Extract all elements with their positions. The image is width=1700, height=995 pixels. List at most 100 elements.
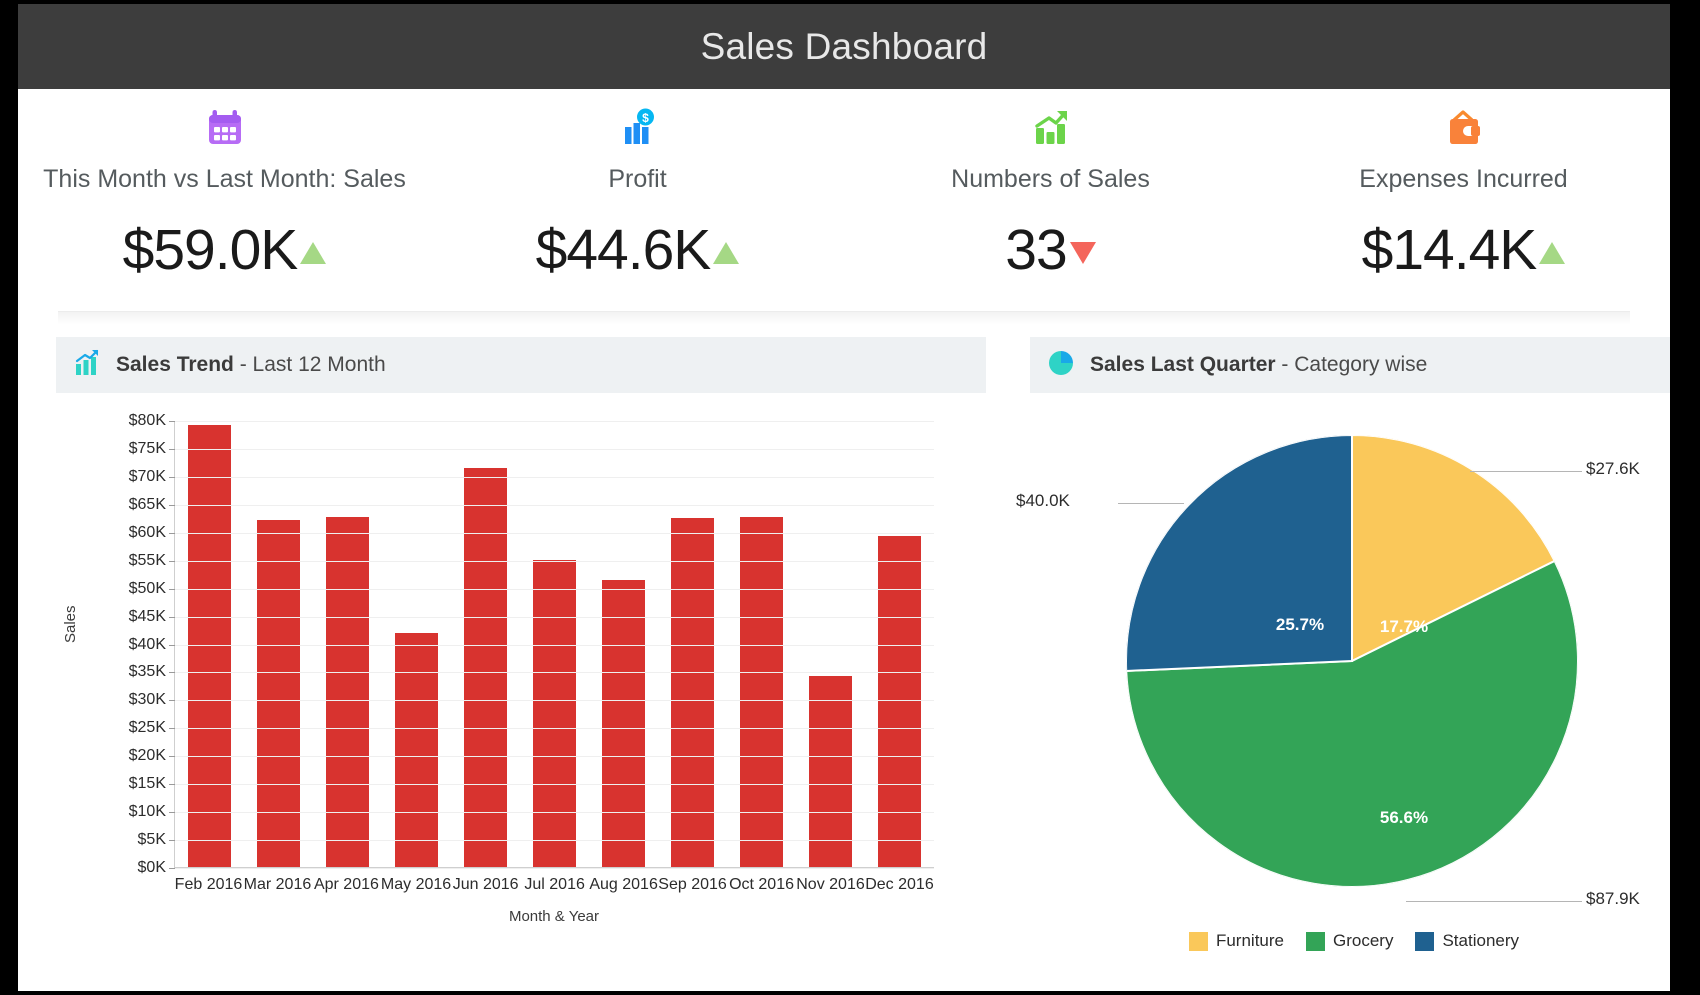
bar[interactable] [326,517,368,867]
legend-swatch [1415,932,1434,951]
x-axis-tick-label: Jul 2016 [520,876,589,894]
kpi-label: Expenses Incurred [1359,165,1567,194]
y-axis-title: Sales [62,605,79,643]
y-axis-tick-label: $50K [129,580,166,598]
x-axis-title: Month & Year [174,908,934,925]
sales-trend-title: Sales Trend - Last 12 Month [116,353,386,377]
dashboard-page: Sales Dashboard This Month vs Last M [18,4,1670,991]
kpi-label: Numbers of Sales [951,165,1150,194]
kpi-card-expenses[interactable]: Expenses Incurred $14.4K [1257,101,1670,311]
y-axis-tick-label: $10K [129,803,166,821]
sales-trend-header: Sales Trend - Last 12 Month [56,337,986,393]
legend-item[interactable]: Furniture [1189,931,1284,951]
x-axis-tick-label: Oct 2016 [727,876,796,894]
y-axis-tick-mark [169,421,175,422]
wallet-icon [1442,101,1486,155]
sales-last-quarter-title: Sales Last Quarter - Category wise [1090,353,1427,377]
kpi-value: $59.0K [123,222,298,279]
y-axis-tick-mark [169,812,175,813]
sales-trend-panel: Sales Trend - Last 12 Month Sales $0K $5K… [56,337,986,985]
y-axis-tick-label: $70K [129,468,166,486]
gridline [175,449,934,450]
y-axis-tick-mark [169,589,175,590]
y-axis-tick-mark [169,756,175,757]
x-axis-tick-label: Feb 2016 [174,876,243,894]
bar[interactable] [740,517,782,867]
kpi-card-sales[interactable]: This Month vs Last Month: Sales $59.0K [18,101,431,311]
legend-label: Furniture [1216,931,1284,951]
y-axis-tick-mark [169,728,175,729]
bar[interactable] [602,580,644,867]
y-axis-tick-mark [169,533,175,534]
bar[interactable] [878,536,920,867]
legend-swatch [1189,932,1208,951]
y-axis-tick-label: $45K [129,608,166,626]
y-axis-tick-label: $20K [129,747,166,765]
pie-value-furniture: $27.6K [1586,459,1640,479]
bar[interactable] [188,425,230,867]
sales-trend-chart: Sales $0K$5K$10K$15K$20K$25K$30K$35K$40K… [56,393,986,991]
bar[interactable] [464,468,506,868]
leader-line-grocery [1406,901,1582,902]
legend-item[interactable]: Stationery [1415,931,1519,951]
trend-up-icon [1539,242,1565,264]
y-axis-tick-mark [169,868,175,869]
y-axis-tick-label: $5K [138,831,166,849]
y-axis-tick-label: $30K [129,691,166,709]
y-axis-tick-mark [169,505,175,506]
y-axis-tick-mark [169,784,175,785]
sales-last-quarter-panel: Sales Last Quarter - Category wise 17.7%… [1030,337,1670,985]
legend-item[interactable]: Grocery [1306,931,1393,951]
kpi-card-numbers-of-sales[interactable]: Numbers of Sales 33 [844,101,1257,311]
trend-down-icon [1070,242,1096,264]
y-axis-tick-label: $0K [138,859,166,877]
y-axis-tick-label: $75K [129,440,166,458]
x-axis-tick-label: Apr 2016 [312,876,381,894]
bar[interactable] [395,633,437,867]
bar[interactable] [257,520,299,867]
x-axis-tick-label: Aug 2016 [589,876,658,894]
charts-area: Sales Trend - Last 12 Month Sales $0K $5K… [18,325,1670,985]
gridline [175,533,934,534]
y-axis-tick-mark [169,477,175,478]
kpi-label: Profit [608,165,666,194]
leader-line-furniture [1470,471,1582,472]
panel-title-main: Sales Last Quarter [1090,353,1276,376]
gridline [175,700,934,701]
legend-label: Stationery [1442,931,1519,951]
y-axis-tick-mark [169,645,175,646]
x-axis-tick-label: Dec 2016 [865,876,934,894]
pie-chart: 17.7% 56.6% 25.7% $27.6K $87.9K $40.0K F… [1030,393,1670,991]
bar[interactable] [671,518,713,867]
kpi-value-group: $59.0K [123,222,327,279]
legend-label: Grocery [1333,931,1393,951]
pie-slices [1126,435,1578,887]
x-axis-tick-label: Mar 2016 [243,876,312,894]
y-axis-tick-label: $55K [129,552,166,570]
gridline [175,645,934,646]
growth-chart-icon [1029,101,1073,155]
panel-title-main: Sales Trend [116,353,234,376]
y-axis-tick-mark [169,561,175,562]
kpi-card-profit[interactable]: $ Profit $44.6K [431,101,844,311]
pie-percent-grocery: 56.6% [1380,808,1428,828]
bar[interactable] [533,560,575,867]
gridline [175,561,934,562]
gridline [175,812,934,813]
gridline [175,477,934,478]
y-axis-tick-label: $35K [129,663,166,681]
y-axis-tick-mark [169,700,175,701]
dashboard-titlebar: Sales Dashboard [18,4,1670,89]
bar[interactable] [809,676,851,867]
pie-percent-furniture: 17.7% [1380,617,1428,637]
gridline [175,617,934,618]
pie-slice[interactable] [1126,435,1352,671]
pie-value-stationery: $40.0K [1016,491,1070,511]
gridline [175,421,934,422]
panel-title-sub: - Last 12 Month [234,353,386,376]
x-axis-tick-label: Nov 2016 [796,876,865,894]
bar-chart-icon [72,348,102,383]
gridline [175,784,934,785]
gridline [175,868,934,869]
kpi-value-group: 33 [1005,222,1095,279]
